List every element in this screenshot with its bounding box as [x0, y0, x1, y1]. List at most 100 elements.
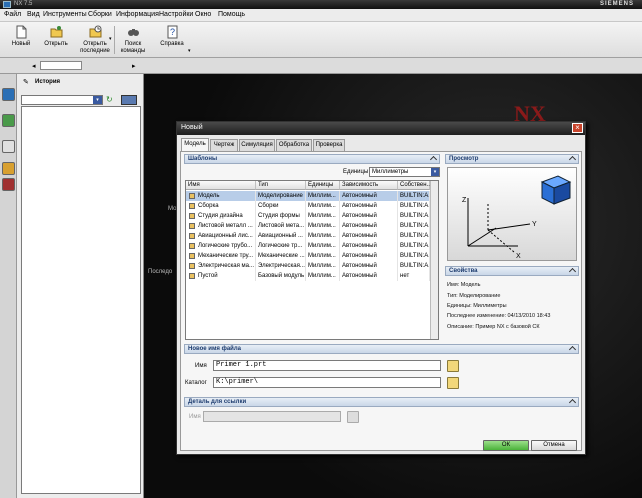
find-command-label-line2: команды [120, 48, 146, 54]
browse-folder-icon[interactable] [447, 377, 459, 389]
reference-name-input [203, 411, 341, 422]
browse-name-folder-icon[interactable] [447, 360, 459, 372]
menu-preferences[interactable]: Настройки [159, 11, 193, 18]
new-file-name-group-header[interactable]: Новое имя файла [184, 344, 579, 354]
table-cell: Студия дизайна [186, 211, 256, 221]
history-icon[interactable] [2, 88, 15, 101]
menu-file[interactable]: Файл [4, 11, 21, 18]
menu-window[interactable]: Окно [195, 11, 211, 18]
coordinate-system-preview: Z Y X [462, 175, 572, 260]
table-cell: Базовый модуль [258, 271, 306, 281]
column-header-units[interactable]: Единицы [306, 181, 340, 190]
help-button[interactable]: ? Справка [158, 24, 186, 56]
table-cell: Логические тр... [256, 241, 306, 251]
table-row[interactable]: Электрическая ма... Электрическая... Милли… [186, 261, 430, 271]
table-cell: Миллим... [306, 241, 340, 251]
property-modified: Последнее изменение: 04/13/2010 18:43 [447, 313, 551, 319]
menu-tools[interactable]: Инструменты [43, 11, 87, 18]
table-row[interactable]: Студия дизайна Студия формы Миллим... Автон… [186, 211, 430, 221]
property-units: Единицы: Миллиметры [447, 303, 507, 309]
table-scrollbar[interactable] [430, 181, 438, 339]
find-command-button[interactable]: Поиск команды [118, 24, 148, 56]
web-browser-icon[interactable] [2, 114, 15, 127]
folder-input[interactable]: K:\primer\ [213, 377, 441, 388]
tab-inspection[interactable]: Проверка [313, 139, 345, 151]
table-cell: Авиационный лис... [186, 231, 256, 241]
system-materials-icon[interactable] [2, 178, 15, 191]
table-cell: Автономный [340, 271, 398, 281]
collapse-icon [568, 155, 577, 164]
table-cell: Автономный [340, 251, 398, 261]
menu-view[interactable]: Вид [27, 11, 40, 18]
template-icon [189, 243, 195, 249]
open-folder-icon [50, 26, 63, 38]
table-cell: BUILTIN:A... [400, 241, 430, 251]
preview-label: Просмотр [449, 156, 479, 162]
menu-information[interactable]: Информация [116, 11, 159, 18]
recent-files-icon [89, 25, 102, 38]
dialog-title-bar[interactable]: Новый × [177, 122, 585, 135]
file-name-input[interactable]: Primer 1.prt [213, 360, 441, 371]
table-cell: Логические трубо... [186, 241, 256, 251]
resource-tab[interactable] [40, 61, 82, 70]
table-row[interactable]: Логические трубо... Логические тр... Милли… [186, 241, 430, 251]
folder-label: Каталог [185, 380, 207, 386]
arrow-right-icon[interactable]: ▸ [132, 62, 140, 70]
part-to-reference-group-header[interactable]: Деталь для ссылки [184, 397, 579, 407]
table-cell: Автономный [340, 231, 398, 241]
table-cell: Листовой металл ... [186, 221, 256, 231]
table-row[interactable]: Листовой металл ... Листовой мета... Милли… [186, 221, 430, 231]
view-mode-icon[interactable] [121, 95, 137, 105]
table-row[interactable]: Пустой Базовый модуль Миллим... Автономный н… [186, 271, 430, 281]
arrow-left-icon[interactable]: ◂ [32, 62, 40, 70]
table-cell: Автономный [340, 261, 398, 271]
table-cell: Сборка [186, 201, 256, 211]
preview-group-header[interactable]: Просмотр [445, 154, 579, 164]
open-recent-button[interactable]: Открыть последние [78, 24, 112, 56]
column-header-name[interactable]: Имя [186, 181, 256, 190]
template-icon [189, 193, 195, 199]
open-button[interactable]: Открыть [40, 24, 72, 56]
column-header-type[interactable]: Тип [256, 181, 306, 190]
table-cell: BUILTIN:A... [400, 261, 430, 271]
roles-icon[interactable] [2, 162, 15, 175]
open-recent-dropdown-icon[interactable]: ▾ [109, 36, 112, 42]
tab-model[interactable]: Модель [181, 138, 209, 151]
menu-help[interactable]: Помощь [218, 11, 245, 18]
menu-assemblies[interactable]: Сборки [88, 11, 112, 18]
templates-group-header[interactable]: Шаблоны [184, 154, 440, 164]
close-button[interactable]: × [572, 123, 583, 133]
table-cell: Механические тру... [186, 251, 256, 261]
column-header-owner[interactable]: Собствен... [398, 181, 432, 190]
column-header-relationship[interactable]: Зависимость [340, 181, 398, 190]
ok-button[interactable]: ОК [483, 440, 529, 451]
template-icon [189, 203, 195, 209]
standard-toolbar: Новый Открыть Открыть последние ▾ Поиск ко… [0, 22, 642, 58]
table-row[interactable]: Модель Моделирование Миллим... Автономный BU… [186, 191, 430, 201]
table-row[interactable]: Сборка Сборки Миллим... Автономный BUILTIN:A… [186, 201, 430, 211]
table-row[interactable]: Авиационный лис... Авиационный ... Миллим.… [186, 231, 430, 241]
refresh-icon[interactable]: ↻ [106, 95, 116, 105]
menu-bar: Файл Вид Инструменты Сборки Информация Н… [0, 9, 642, 22]
find-command-label-line1: Поиск [124, 41, 142, 47]
units-select[interactable]: Миллиметры ▾ [369, 167, 440, 177]
collapse-icon [568, 345, 577, 354]
tab-manufacturing[interactable]: Обработка [276, 139, 312, 151]
table-cell: BUILTIN:A... [400, 211, 430, 221]
history-list[interactable] [21, 106, 141, 494]
toolbar-options-icon[interactable]: ▾ [188, 48, 191, 54]
property-type: Тип: Моделирование [447, 293, 501, 299]
table-row[interactable]: Механические тру... Механические ... Милли… [186, 251, 430, 261]
properties-group-header[interactable]: Свойства [445, 266, 579, 276]
cancel-button[interactable]: Отмена [531, 440, 577, 451]
new-button[interactable]: Новый [6, 24, 36, 56]
tab-drawing[interactable]: Чертеж [210, 139, 238, 151]
tab-simulation[interactable]: Симуляция [239, 139, 275, 151]
history-filter-select[interactable]: ▾ [21, 95, 103, 105]
table-cell: BUILTIN:A... [400, 221, 430, 231]
pin-icon[interactable]: ✎ [23, 78, 29, 86]
dropdown-arrow-icon: ▾ [431, 168, 439, 176]
axis-y-label: Y [532, 221, 537, 228]
help-button-label: Справка [160, 41, 184, 47]
clock-icon[interactable] [2, 140, 15, 153]
